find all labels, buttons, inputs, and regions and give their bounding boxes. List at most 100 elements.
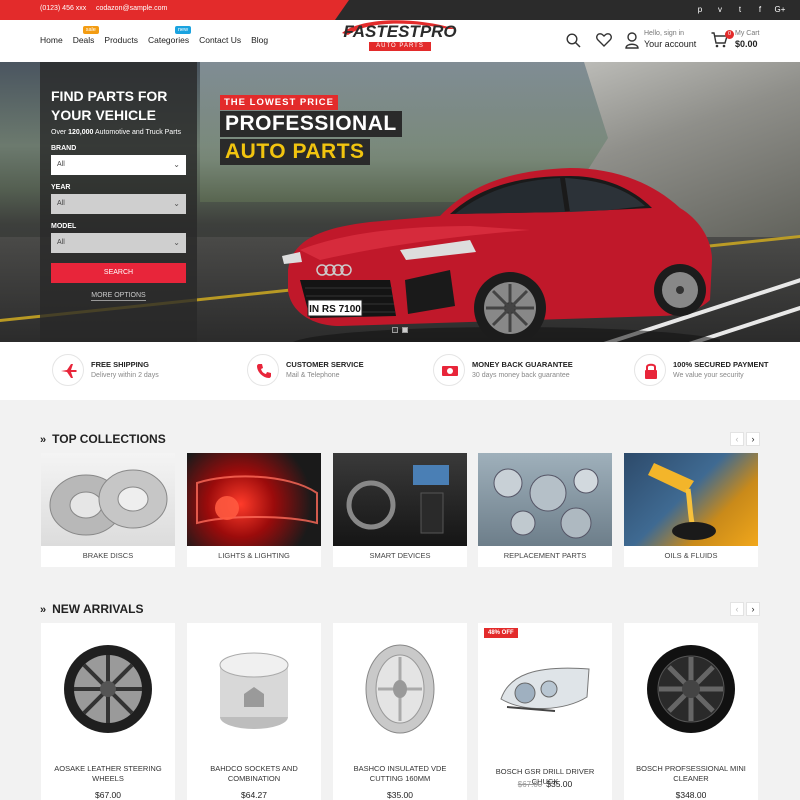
pinterest-icon[interactable]: p <box>694 3 706 17</box>
price-value: $64.27 <box>241 790 267 800</box>
site-logo[interactable]: FASTESTPRO AUTO PARTS <box>338 20 462 62</box>
oils-fluids-image <box>624 453 758 546</box>
feature-desc: Mail & Telephone <box>286 372 340 379</box>
product-name[interactable]: BASHCO INSULATED VDE CUTTING 160MM <box>339 764 461 784</box>
slider-dot[interactable] <box>402 327 408 333</box>
money-icon <box>442 366 458 376</box>
more-options-link[interactable]: MORE OPTIONS <box>51 292 186 301</box>
cart-label: My Cart <box>735 30 760 37</box>
collection-label: SMART DEVICES <box>369 551 431 560</box>
product-card[interactable]: BASHCO INSULATED VDE CUTTING 160MM $35.0… <box>333 623 467 800</box>
lock-icon <box>645 363 657 379</box>
google-plus-icon[interactable]: G+ <box>774 3 786 17</box>
collections-pager: ‹ › <box>730 432 760 446</box>
lights-image <box>187 453 321 546</box>
select-value: All <box>57 200 65 207</box>
chevron-down-icon: ⌄ <box>173 199 180 208</box>
year-select[interactable]: All ⌄ <box>51 194 186 214</box>
cart-total[interactable]: $0.00 <box>735 39 758 49</box>
nav-categories[interactable]: Categories new <box>148 26 192 45</box>
product-price: $67.00 <box>41 790 175 800</box>
arrivals-pager: ‹ › <box>730 602 760 616</box>
twitter-icon[interactable]: t <box>734 3 746 17</box>
nav-blog[interactable]: Blog <box>251 35 268 45</box>
product-name[interactable]: BAHDCO SOCKETS AND COMBINATION <box>193 764 315 784</box>
next-arrow-icon[interactable]: › <box>746 432 760 446</box>
brand-select[interactable]: All ⌄ <box>51 155 186 175</box>
chevron-down-icon: ⌄ <box>173 160 180 169</box>
phone-number: (0123) 456 xxx <box>40 5 87 12</box>
product-price: $64.27 <box>187 790 321 800</box>
prev-arrow-icon[interactable]: ‹ <box>730 432 744 446</box>
parts-count: 120,000 <box>68 129 94 136</box>
wishlist-heart-icon[interactable] <box>596 33 612 47</box>
nav-label: Home <box>40 35 63 45</box>
collection-card[interactable]: LIGHTS & LIGHTING <box>187 453 321 567</box>
price-value: $348.00 <box>675 790 707 800</box>
feature-icon-circle <box>433 354 465 386</box>
license-plate: IN RS 7100 <box>309 304 361 315</box>
nav-products[interactable]: Products <box>104 35 138 45</box>
feature-desc: We value your security <box>673 372 744 379</box>
facebook-icon[interactable]: f <box>754 3 766 17</box>
product-card[interactable]: 48% OFF BOSCH GSR DRILL DRIVER CHUCK $67… <box>478 623 612 800</box>
collection-label: OILS & FLUIDS <box>664 551 718 560</box>
next-arrow-icon[interactable]: › <box>746 602 760 616</box>
nav-label: Blog <box>251 35 269 45</box>
nav-home[interactable]: Home <box>40 35 63 45</box>
email-address[interactable]: codazon@sample.com <box>96 5 167 12</box>
hero-tagline: THE LOWEST PRICE <box>220 95 338 110</box>
product-price: $35.00 <box>333 790 467 800</box>
old-price: $67.00 <box>517 780 543 789</box>
brake-disc-icon <box>49 469 168 536</box>
user-account-icon[interactable] <box>625 32 639 49</box>
nav-label: Products <box>104 35 138 45</box>
product-price: $348.00 <box>624 790 758 800</box>
new-badge: new <box>174 26 192 34</box>
slider-dot[interactable] <box>392 327 398 333</box>
hub-cap-image <box>219 652 289 729</box>
collection-card[interactable]: OILS & FLUIDS <box>624 453 758 567</box>
features-strip: FREE SHIPPING Delivery within 2 days CUS… <box>0 342 800 400</box>
account-greeting: Hello, sign in <box>644 30 685 37</box>
collection-card[interactable]: BRAKE DISCS <box>41 453 175 567</box>
prev-arrow-icon[interactable]: ‹ <box>730 602 744 616</box>
feature-title: FREE SHIPPING <box>91 360 149 369</box>
account-link[interactable]: Your account <box>644 39 696 49</box>
nav-label: Deals <box>72 35 95 45</box>
feature-title: MONEY BACK GUARANTEE <box>472 360 573 369</box>
product-card[interactable]: BAHDCO SOCKETS AND COMBINATION $64.27 <box>187 623 321 800</box>
search-icon[interactable] <box>566 33 581 48</box>
tail-light-icon <box>196 475 318 525</box>
vimeo-icon[interactable]: v <box>714 3 726 17</box>
collection-label: REPLACEMENT PARTS <box>503 551 587 560</box>
sale-badge: sale <box>82 26 99 34</box>
hero-headline-2: AUTO PARTS <box>220 139 370 165</box>
replacement-parts-image <box>478 453 612 546</box>
nav-deals[interactable]: Deals sale <box>72 26 99 45</box>
model-select[interactable]: All ⌄ <box>51 233 186 253</box>
product-card[interactable]: BOSCH PROFSESSIONAL MINI CLEANER $348.00 <box>624 623 758 800</box>
product-card[interactable]: AOSAKE LEATHER STEERING WHEELS $67.00 <box>41 623 175 800</box>
year-label: YEAR <box>51 184 71 191</box>
collection-card[interactable]: SMART DEVICES <box>333 453 467 567</box>
feature-icon-circle <box>634 354 666 386</box>
logo-brand: FASTESTPRO <box>343 22 457 41</box>
vehicle-finder: FIND PARTS FOR YOUR VEHICLE Over 120,000… <box>40 62 197 342</box>
collection-card[interactable]: REPLACEMENT PARTS <box>478 453 612 567</box>
chrome-wheel-image <box>365 644 435 734</box>
gears-icon <box>493 468 599 539</box>
model-label: MODEL <box>51 223 77 230</box>
product-name[interactable]: BOSCH PROFSESSIONAL MINI CLEANER <box>630 764 752 784</box>
hero-headline-1: PROFESSIONAL <box>220 111 402 137</box>
double-chevron-icon: » <box>40 604 47 616</box>
nav-contact[interactable]: Contact Us <box>199 35 241 45</box>
feature-icon-circle <box>52 354 84 386</box>
more-options-label: MORE OPTIONS <box>91 292 146 301</box>
search-button[interactable]: SEARCH <box>51 263 186 283</box>
oil-pour-icon <box>648 463 716 540</box>
alloy-wheel-image <box>64 645 152 733</box>
feature-icon-circle <box>247 354 279 386</box>
cart-count-badge: 0 <box>725 30 734 39</box>
product-name[interactable]: AOSAKE LEATHER STEERING WHEELS <box>47 764 169 784</box>
